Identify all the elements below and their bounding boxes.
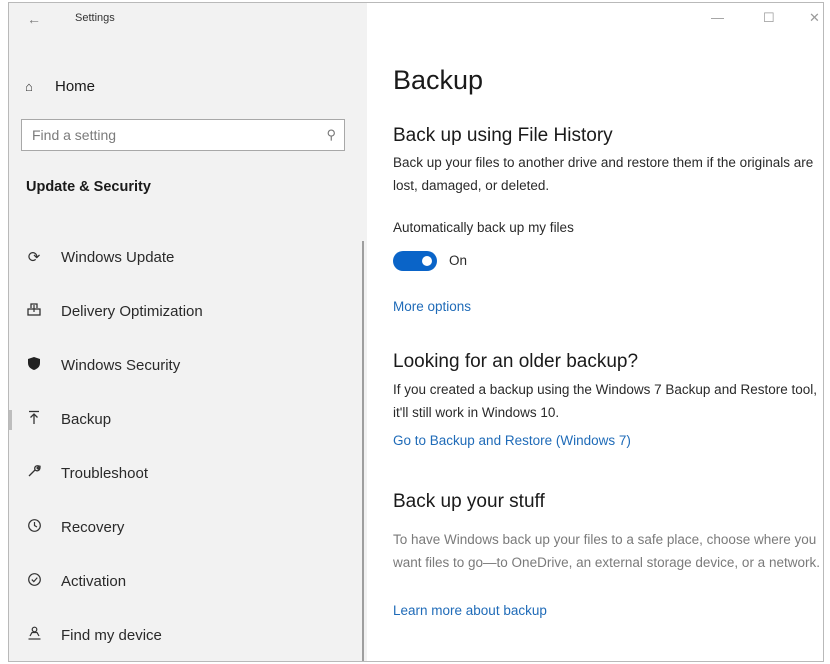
person-location-icon xyxy=(24,626,44,645)
settings-window: ← Settings ⌂ Home ⚲ Update & Security ⟳ … xyxy=(8,2,824,662)
sidebar-scrollbar[interactable] xyxy=(362,241,364,661)
sidebar-item-windows-security[interactable]: Windows Security xyxy=(9,345,367,385)
search-input[interactable] xyxy=(22,120,322,150)
maximize-icon[interactable]: ☐ xyxy=(763,10,775,26)
older-backup-description: If you created a backup using the Window… xyxy=(393,382,817,420)
sidebar-item-label: Troubleshoot xyxy=(61,464,148,482)
search-icon[interactable]: ⚲ xyxy=(326,127,336,143)
sidebar-item-label: Recovery xyxy=(61,518,125,536)
home-icon: ⌂ xyxy=(25,78,33,94)
close-icon[interactable]: ✕ xyxy=(809,10,820,26)
back-arrow-icon[interactable]: ← xyxy=(27,11,47,27)
sidebar-item-backup[interactable]: Backup xyxy=(9,399,367,439)
history-icon xyxy=(24,518,44,537)
wrench-icon xyxy=(24,464,44,482)
sidebar: ← Settings ⌂ Home ⚲ Update & Security ⟳ … xyxy=(9,3,367,661)
file-history-heading: Back up using File History xyxy=(393,125,613,146)
selection-indicator xyxy=(9,410,12,430)
your-stuff-description: To have Windows back up your files to a … xyxy=(393,532,820,570)
home-label: Home xyxy=(55,77,96,95)
sidebar-item-label: Delivery Optimization xyxy=(61,302,203,320)
window-title: Settings xyxy=(75,12,115,24)
minimize-icon[interactable]: — xyxy=(711,10,724,26)
home-nav[interactable]: ⌂ Home xyxy=(25,75,95,97)
check-circle-icon xyxy=(24,572,44,591)
delivery-optimization-icon xyxy=(24,302,44,320)
page-title: Backup xyxy=(393,65,484,95)
sidebar-item-recovery[interactable]: Recovery xyxy=(9,507,367,547)
refresh-icon: ⟳ xyxy=(27,249,41,266)
title-bar: ← Settings xyxy=(9,3,367,39)
sidebar-item-find-my-device[interactable]: Find my device xyxy=(9,615,367,655)
sidebar-item-label: Windows Security xyxy=(61,356,181,374)
sidebar-item-delivery-optimization[interactable]: Delivery Optimization xyxy=(9,291,367,331)
older-backup-heading: Looking for an older backup? xyxy=(393,351,639,372)
auto-backup-label: Automatically back up my files xyxy=(393,220,574,235)
toggle-knob xyxy=(422,256,432,266)
auto-backup-toggle[interactable] xyxy=(393,251,437,271)
sidebar-item-label: Activation xyxy=(61,572,127,590)
sidebar-item-activation[interactable]: Activation xyxy=(9,561,367,601)
sidebar-item-label: Find my device xyxy=(61,626,162,644)
file-history-description: Back up your files to another drive and … xyxy=(393,155,814,193)
backup-arrow-icon xyxy=(24,410,44,429)
sidebar-item-label: Backup xyxy=(61,410,112,428)
sidebar-item-troubleshoot[interactable]: Troubleshoot xyxy=(9,453,367,493)
toggle-state-label: On xyxy=(449,253,468,268)
section-title: Update & Security xyxy=(26,179,151,195)
backup-restore-win7-link[interactable]: Go to Backup and Restore (Windows 7) xyxy=(393,433,631,448)
sidebar-item-label: Windows Update xyxy=(61,248,175,266)
more-options-link[interactable]: More options xyxy=(393,299,471,314)
shield-icon xyxy=(24,356,44,375)
sidebar-item-windows-update[interactable]: ⟳ Windows Update xyxy=(9,237,367,277)
learn-more-backup-link[interactable]: Learn more about backup xyxy=(393,603,547,618)
your-stuff-heading: Back up your stuff xyxy=(393,491,545,512)
search-box: ⚲ xyxy=(21,119,345,151)
